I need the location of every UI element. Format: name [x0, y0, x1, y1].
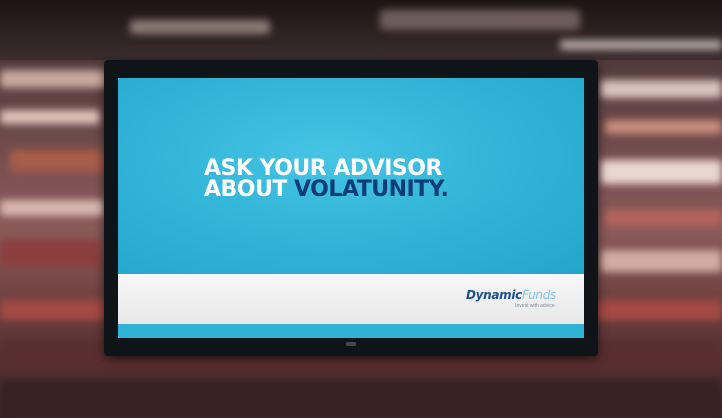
ad-headline: ASK YOUR ADVISOR ABOUT VOLATUNITY.	[204, 158, 449, 202]
bg-light	[380, 10, 580, 30]
bg-shelf	[0, 110, 100, 124]
ceiling	[0, 0, 722, 60]
bg-shelf	[600, 160, 722, 184]
bg-light	[130, 20, 270, 34]
bg-shelf	[0, 240, 100, 266]
bg-shelf	[600, 250, 722, 272]
bg-shelf	[605, 120, 722, 134]
tv-brand-badge	[346, 342, 356, 346]
logo-brand-light: Funds	[522, 288, 556, 302]
bg-shelf	[0, 70, 110, 88]
ad-footer-bar: DynamicFunds Invest with advice.	[118, 274, 584, 324]
bg-shelf	[605, 210, 722, 226]
bg-shelf	[600, 80, 722, 98]
bg-shelf	[0, 200, 105, 216]
headline-line-2-accent: VOLATUNITY.	[294, 177, 449, 202]
bg-shelf	[0, 380, 722, 418]
tv-screen: ASK YOUR ADVISOR ABOUT VOLATUNITY. Dynam…	[118, 78, 584, 338]
ad-footer-stripe	[118, 324, 584, 338]
headline-line-2-white: ABOUT	[204, 177, 295, 202]
tv-monitor: ASK YOUR ADVISOR ABOUT VOLATUNITY. Dynam…	[104, 60, 598, 356]
dynamic-funds-logo: DynamicFunds Invest with advice.	[466, 288, 556, 309]
bg-light	[560, 40, 722, 50]
logo-tagline: Invest with advice.	[515, 303, 556, 309]
logo-brand-bold: Dynamic	[465, 288, 522, 302]
bg-shelf	[10, 150, 105, 172]
logo-wordmark: DynamicFunds	[466, 288, 556, 302]
